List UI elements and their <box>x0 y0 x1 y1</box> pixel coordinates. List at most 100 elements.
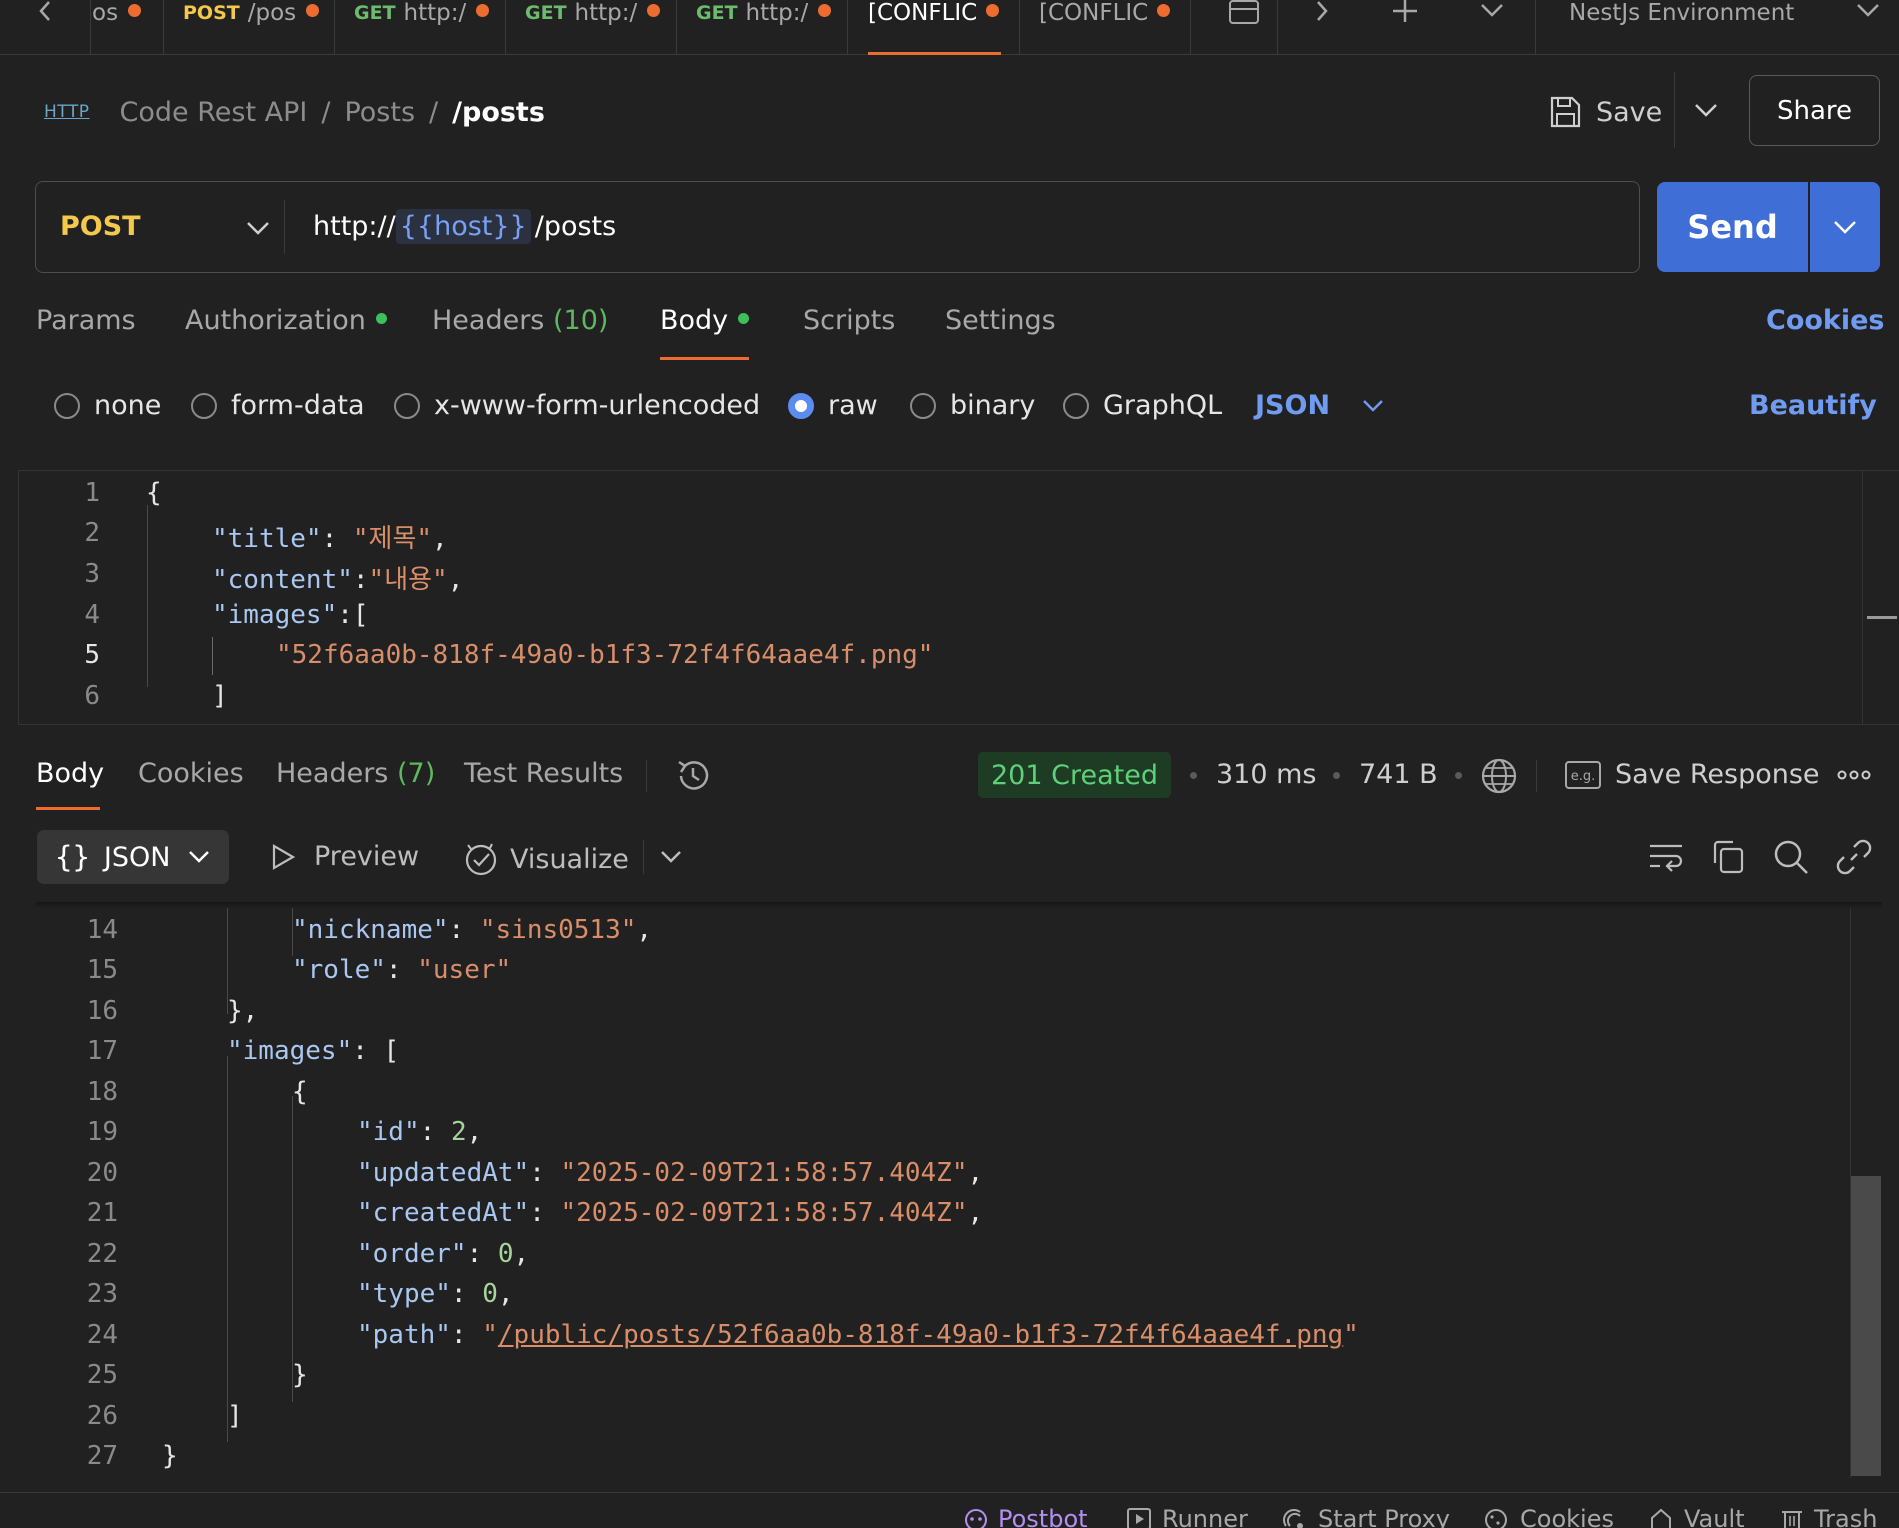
tab-label: http:/ <box>574 0 638 26</box>
visualize-button[interactable]: Visualize <box>462 841 629 877</box>
http-request-icon: HTTP <box>44 102 90 122</box>
radio-none[interactable]: none <box>54 390 161 421</box>
tab-method: GET <box>354 2 396 24</box>
active-tab-underline <box>660 357 749 360</box>
environment-chevron-icon[interactable] <box>1856 2 1880 18</box>
code-line: { <box>146 478 162 508</box>
response-time[interactable]: 310 ms <box>1216 759 1317 790</box>
runner-icon <box>1127 1508 1151 1528</box>
body-format-select[interactable]: JSON <box>1255 390 1384 421</box>
unsaved-dot <box>476 4 490 17</box>
url-bar: POST http:// {{host}} /posts <box>35 181 1640 273</box>
beautify-link[interactable]: Beautify <box>1749 390 1877 421</box>
code-line: "type": 0, <box>357 1279 514 1309</box>
environment-selector[interactable]: NestJs Environment <box>1569 0 1794 26</box>
response-tab-headers[interactable]: Headers (7) <box>276 758 435 789</box>
response-format-select[interactable]: {} JSON <box>37 830 229 884</box>
response-tab-cookies[interactable]: Cookies <box>138 758 244 789</box>
code-line: { <box>292 1077 308 1107</box>
request-tab[interactable]: GET http:/ <box>525 0 675 55</box>
start-proxy-button[interactable]: Start Proxy <box>1280 1505 1450 1528</box>
tab-settings[interactable]: Settings <box>945 305 1056 336</box>
radio-urlencoded[interactable]: x-www-form-urlencoded <box>394 390 760 421</box>
breadcrumb-request[interactable]: /posts <box>452 97 545 128</box>
save-response-button[interactable]: e.g. Save Response <box>1565 759 1820 790</box>
link-icon[interactable] <box>1836 839 1872 875</box>
url-variable-host[interactable]: {{host}} <box>395 209 531 244</box>
postbot-icon <box>965 1509 987 1528</box>
code-line: ] <box>227 1401 243 1431</box>
radio-form-data[interactable]: form-data <box>191 390 365 421</box>
request-tab[interactable]: POST/pos <box>183 0 333 55</box>
method-label: POST <box>60 211 141 242</box>
radio-graphql[interactable]: GraphQL <box>1063 390 1222 421</box>
code-line: "id": 2, <box>357 1117 483 1147</box>
more-options-icon[interactable] <box>1837 768 1871 782</box>
path-link[interactable]: /public/posts/52f6aa0b-818f-49a0-b1f3-72… <box>498 1320 1343 1350</box>
radio-raw[interactable]: raw <box>788 390 878 421</box>
breadcrumb-collection[interactable]: Code Rest API <box>120 97 308 128</box>
tab-label: http:/ <box>745 0 809 26</box>
request-tab-active[interactable]: [CONFLIC <box>868 0 1001 55</box>
globe-icon[interactable] <box>1480 757 1518 795</box>
search-icon[interactable] <box>1773 839 1809 875</box>
response-size[interactable]: 741 B <box>1359 759 1438 790</box>
send-options-button[interactable] <box>1810 182 1880 272</box>
save-button[interactable]: Save <box>1548 92 1662 132</box>
cookies-link[interactable]: Cookies <box>1766 305 1885 336</box>
radio-binary[interactable]: binary <box>910 390 1035 421</box>
save-options-chevron-icon[interactable] <box>1694 102 1718 118</box>
history-icon[interactable] <box>673 756 713 796</box>
wrap-lines-icon[interactable] <box>1648 840 1684 874</box>
url-input[interactable]: http:// {{host}} /posts <box>313 182 616 271</box>
copy-icon[interactable] <box>1711 839 1745 875</box>
code-line: "updatedAt": "2025-02-09T21:58:57.404Z", <box>357 1158 984 1188</box>
plus-icon[interactable] <box>1390 0 1420 24</box>
play-icon <box>272 843 296 870</box>
minimap-marker <box>1867 616 1897 619</box>
tab-headers[interactable]: Headers (10) <box>432 305 608 336</box>
window-icon[interactable] <box>1228 0 1260 26</box>
tab-params[interactable]: Params <box>36 305 136 336</box>
active-tab-underline <box>868 52 1001 55</box>
tab-body[interactable]: Body <box>660 305 750 336</box>
breadcrumb-folder[interactable]: Posts <box>344 97 415 128</box>
method-select[interactable]: POST <box>60 182 290 271</box>
braces-icon: {} <box>55 840 90 874</box>
status-bar <box>0 1492 1899 1528</box>
request-tab[interactable]: os <box>92 0 162 55</box>
code-line: "nickname": "sins0513", <box>292 915 653 945</box>
unsaved-dot <box>986 4 999 17</box>
request-tab[interactable]: GET http:/ <box>696 0 846 55</box>
tab-label: [CONFLIC <box>868 0 976 26</box>
request-tab[interactable]: [CONFLIC <box>1039 0 1179 55</box>
cookies-button[interactable]: Cookies <box>1482 1505 1614 1528</box>
preview-button[interactable]: Preview <box>270 841 419 872</box>
send-button[interactable]: Send <box>1657 182 1808 272</box>
status-badge[interactable]: 201 Created <box>978 752 1171 798</box>
request-tab[interactable]: GET http:/ <box>354 0 504 55</box>
status-dot <box>375 313 387 324</box>
tab-label: /pos <box>247 0 297 26</box>
request-body-editor[interactable] <box>18 470 1899 725</box>
runner-button[interactable]: Runner <box>1126 1505 1248 1528</box>
chevron-left-icon[interactable] <box>36 0 56 22</box>
tab-scripts[interactable]: Scripts <box>803 305 895 336</box>
postbot-button[interactable]: Postbot <box>962 1505 1088 1528</box>
response-tab-body[interactable]: Body <box>36 758 104 789</box>
chevron-right-icon[interactable] <box>1312 0 1332 22</box>
code-line: "title": "제목", <box>212 524 448 554</box>
method-chevron-icon <box>247 222 269 235</box>
vault-button[interactable]: Vault <box>1648 1505 1745 1528</box>
response-body-viewer[interactable] <box>36 908 1882 1478</box>
chevron-down-icon[interactable] <box>1480 2 1504 18</box>
share-button[interactable]: Share <box>1749 75 1880 146</box>
tab-method: GET <box>525 2 567 24</box>
visualize-chevron-icon[interactable] <box>660 850 682 864</box>
scrollbar-thumb[interactable] <box>1851 1176 1881 1476</box>
breadcrumb: HTTP Code Rest API / Posts / /posts <box>44 96 545 128</box>
tab-authorization[interactable]: Authorization <box>185 305 387 336</box>
trash-button[interactable]: Trash <box>1780 1505 1877 1528</box>
svg-text:e.g.: e.g. <box>1571 769 1596 784</box>
response-tab-test-results[interactable]: Test Results <box>464 758 623 789</box>
